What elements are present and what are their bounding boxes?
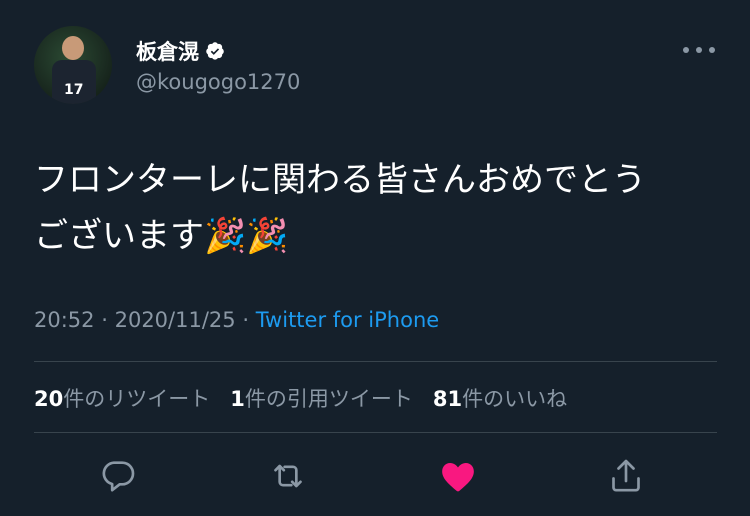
more-icon[interactable] [683,42,715,58]
avatar[interactable]: 17 [34,26,112,104]
likes-label: 件のいいね [462,387,568,411]
divider [34,361,717,362]
quotes-count: 1 [230,387,245,411]
party-popper-emoji: 🎉🎉 [204,216,289,256]
verified-icon [206,42,224,60]
retweets-label: 件のリツイート [63,387,211,411]
retweet-icon[interactable] [268,456,308,496]
meta-separator: · [242,308,250,332]
tweet-text-line-2: ございます🎉🎉 [34,208,724,264]
more-dot [696,47,702,53]
tweet-stats: 20件のリツイート 1件の引用ツイート 81件のいいね [34,383,567,413]
retweets-count: 20 [34,387,64,411]
tweet-text: フロンターレに関わる皆さんおめでとう ございます🎉🎉 [34,152,724,264]
avatar-head [62,36,84,60]
quotes-label: 件の引用ツイート [244,387,413,411]
tweet-source[interactable]: Twitter for iPhone [256,308,440,332]
tweet-date[interactable]: 2020/11/25 [115,308,236,332]
tweet-text-line-2-text: ございます [34,216,204,256]
like-icon[interactable] [438,456,478,496]
share-icon[interactable] [606,456,646,496]
tweet-time[interactable]: 20:52 [34,308,95,332]
retweets-stat[interactable]: 20件のリツイート [34,383,210,413]
more-dot [709,47,715,53]
tweet-meta: 20:52 · 2020/11/25 · Twitter for iPhone [34,308,439,332]
avatar-jersey-number: 17 [64,82,84,98]
meta-separator: · [101,308,108,332]
more-dot [683,47,689,53]
likes-stat[interactable]: 81件のいいね [433,383,567,413]
author-handle[interactable]: @kougogo1270 [136,70,300,94]
author-name[interactable]: 板倉滉 [136,36,199,66]
quotes-stat[interactable]: 1件の引用ツイート [230,383,413,413]
reply-icon[interactable] [98,456,138,496]
divider [34,432,717,433]
action-bar [0,452,750,500]
tweet-text-line-1: フロンターレに関わる皆さんおめでとう [34,160,646,200]
author-name-row[interactable]: 板倉滉 [136,36,225,66]
likes-count: 81 [432,387,463,411]
